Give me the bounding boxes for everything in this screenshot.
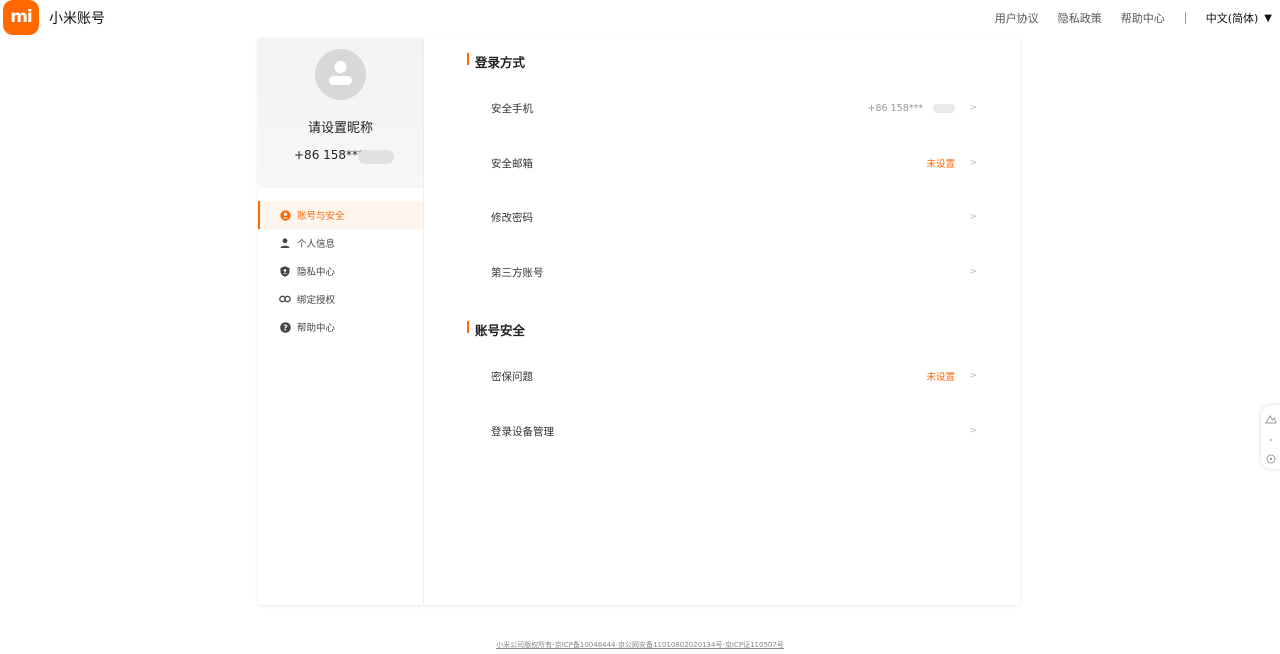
row-label: 安全邮箱 (491, 157, 533, 170)
floating-toolbar (1261, 405, 1280, 469)
device-management-row[interactable]: 登录设备管理 > (491, 421, 977, 441)
security-email-row[interactable]: 安全邮箱 未设置 > (491, 153, 977, 173)
phone-mask (358, 150, 394, 164)
row-label: 密保问题 (491, 370, 533, 383)
sidebar-item-label: 个人信息 (297, 239, 336, 250)
sidebar-item-privacy-center[interactable]: 隐私中心 (258, 257, 423, 285)
caret-down-icon: ▼ (1264, 12, 1272, 24)
help-center-link[interactable]: 帮助中心 (1121, 10, 1165, 26)
link-icon (279, 293, 291, 305)
language-label: 中文(简体) (1205, 12, 1259, 25)
user-agreement-link[interactable]: 用户协议 (995, 10, 1039, 26)
account-security-title: 账号安全 (467, 320, 525, 339)
user-avatar-icon (329, 61, 352, 85)
row-label: 登录设备管理 (491, 425, 554, 438)
sidebar-item-bind-authorization[interactable]: 绑定授权 (258, 285, 423, 313)
chevron-right-icon: > (969, 426, 977, 436)
avatar[interactable] (315, 49, 366, 100)
security-question-row[interactable]: 密保问题 未设置 > (491, 366, 977, 386)
sidebar: 请设置昵称 +86 158*** 账号与安全 个人信息 隐私中心 绑定授权 ? … (258, 38, 424, 605)
top-header: mi 小米账号 用户协议 隐私政策 帮助中心 中文(简体) ▼ (0, 0, 1280, 36)
phone-mask (933, 103, 955, 113)
account-circle-icon (279, 209, 291, 221)
row-label: 安全手机 (491, 102, 533, 115)
sidebar-item-label: 绑定授权 (297, 295, 336, 306)
top-nav: 用户协议 隐私政策 帮助中心 中文(简体) ▼ (976, 10, 1272, 26)
row-label: 修改密码 (491, 211, 533, 224)
brand-title: 小米账号 (49, 11, 105, 27)
main-content: 登录方式 安全手机 +86 158*** > 安全邮箱 未设置 > 修改密码 >… (424, 38, 1020, 605)
sidebar-item-account-security[interactable]: 账号与安全 (258, 201, 423, 229)
sidebar-item-label: 账号与安全 (297, 211, 345, 222)
sidebar-item-label: 隐私中心 (297, 267, 336, 278)
xiaomi-logo[interactable]: mi (3, 0, 39, 35)
person-icon (279, 237, 291, 249)
separator-dot (1270, 439, 1272, 441)
profile-phone: +86 158*** (294, 148, 365, 162)
row-label: 第三方账号 (491, 266, 544, 279)
chevron-right-icon: > (969, 371, 977, 381)
profile-panel: 请设置昵称 +86 158*** (258, 38, 423, 188)
footer-copyright[interactable]: 小米公司版权所有-京ICP备10046444-京公网安备110108020201… (0, 640, 1280, 650)
privacy-policy-link[interactable]: 隐私政策 (1058, 10, 1102, 26)
account-card: 请设置昵称 +86 158*** 账号与安全 个人信息 隐私中心 绑定授权 ? … (258, 38, 1020, 605)
status-not-set: 未设置 (926, 159, 955, 170)
nickname[interactable]: 请设置昵称 (258, 117, 423, 136)
sidebar-item-personal-info[interactable]: 个人信息 (258, 229, 423, 257)
security-phone-row[interactable]: 安全手机 +86 158*** > (491, 98, 977, 118)
language-selector[interactable]: 中文(简体) ▼ (1206, 10, 1272, 26)
third-party-account-row[interactable]: 第三方账号 > (491, 262, 977, 282)
chevron-right-icon: > (969, 267, 977, 277)
help-icon: ? (279, 321, 291, 333)
chevron-right-icon: > (969, 158, 977, 168)
nav-divider (1184, 12, 1186, 24)
chevron-right-icon: > (969, 212, 977, 222)
sidebar-menu: 账号与安全 个人信息 隐私中心 绑定授权 ? 帮助中心 (258, 201, 423, 341)
change-password-row[interactable]: 修改密码 > (491, 207, 977, 227)
mountain-icon[interactable] (1265, 413, 1277, 425)
shield-icon (279, 265, 291, 277)
svg-text:?: ? (283, 323, 288, 332)
target-icon[interactable] (1265, 453, 1277, 465)
sidebar-item-label: 帮助中心 (297, 323, 336, 334)
chevron-right-icon: > (969, 103, 977, 113)
row-value: +86 158*** (867, 102, 923, 114)
sidebar-item-help-center[interactable]: ? 帮助中心 (258, 313, 423, 341)
status-not-set: 未设置 (926, 372, 955, 383)
login-methods-title: 登录方式 (467, 52, 525, 71)
